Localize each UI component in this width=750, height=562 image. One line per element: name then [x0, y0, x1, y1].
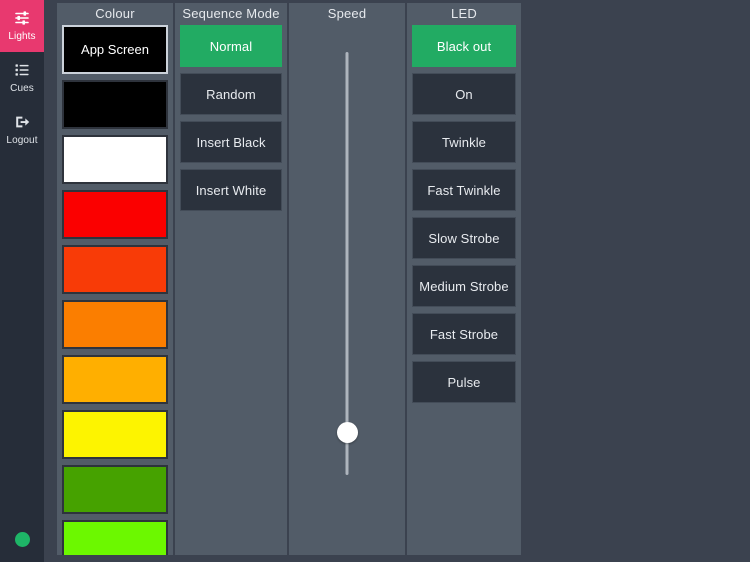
colour-swatch-list: App Screen	[62, 25, 168, 555]
colour-swatch-dark-green[interactable]	[62, 465, 168, 514]
led-option-black-out[interactable]: Black out	[412, 25, 516, 67]
app-root: Lights Cues Logout Colour App Screen Seq…	[0, 0, 750, 562]
led-option-pulse[interactable]: Pulse	[412, 361, 516, 403]
colour-swatch-orange-red[interactable]	[62, 245, 168, 294]
speed-slider[interactable]	[294, 27, 400, 555]
sidebar-item-cues[interactable]: Cues	[0, 52, 44, 104]
colour-swatch-white[interactable]	[62, 135, 168, 184]
colour-swatch-app-screen[interactable]: App Screen	[62, 25, 168, 74]
led-panel-title: LED	[451, 6, 477, 21]
speed-panel-title: Speed	[327, 6, 367, 21]
speed-slider-track[interactable]	[345, 52, 349, 475]
colour-swatch-red[interactable]	[62, 190, 168, 239]
colour-panel: Colour App Screen	[57, 3, 173, 555]
sidebar-item-cues-label: Cues	[10, 82, 34, 94]
sidebar-item-lights-label: Lights	[8, 30, 36, 42]
sequence-mode-option-insert-black[interactable]: Insert Black	[180, 121, 282, 163]
sliders-icon	[13, 9, 31, 27]
speed-panel: Speed	[289, 3, 405, 555]
colour-swatch-black[interactable]	[62, 80, 168, 129]
speed-slider-knob[interactable]	[336, 422, 358, 444]
led-option-on[interactable]: On	[412, 73, 516, 115]
sequence-mode-option-insert-white[interactable]: Insert White	[180, 169, 282, 211]
sequence-mode-panel: Sequence Mode Normal Random Insert Black…	[175, 3, 287, 555]
led-option-fast-twinkle[interactable]: Fast Twinkle	[412, 169, 516, 211]
sequence-mode-option-random[interactable]: Random	[180, 73, 282, 115]
led-option-medium-strobe[interactable]: Medium Strobe	[412, 265, 516, 307]
sequence-mode-option-normal[interactable]: Normal	[180, 25, 282, 67]
sequence-mode-list: Normal Random Insert Black Insert White	[180, 25, 282, 555]
sidebar: Lights Cues Logout	[0, 0, 44, 562]
led-panel: LED Black out On Twinkle Fast Twinkle Sl…	[407, 3, 521, 555]
colour-swatch-yellow[interactable]	[62, 410, 168, 459]
sidebar-item-logout[interactable]: Logout	[0, 104, 44, 156]
led-option-list: Black out On Twinkle Fast Twinkle Slow S…	[412, 25, 516, 555]
led-option-slow-strobe[interactable]: Slow Strobe	[412, 217, 516, 259]
colour-swatch-bright-green[interactable]	[62, 520, 168, 555]
logout-icon	[13, 113, 31, 131]
list-icon	[13, 61, 31, 79]
sequence-mode-panel-title: Sequence Mode	[182, 6, 280, 21]
colour-swatch-orange[interactable]	[62, 300, 168, 349]
speed-slider-wrap	[294, 25, 400, 555]
sidebar-item-lights[interactable]: Lights	[0, 0, 44, 52]
status-dot	[14, 531, 30, 547]
connection-status	[0, 516, 44, 562]
colour-panel-title: Colour	[95, 6, 135, 21]
colour-swatch-label: App Screen	[81, 42, 149, 57]
led-option-twinkle[interactable]: Twinkle	[412, 121, 516, 163]
sidebar-item-logout-label: Logout	[6, 134, 38, 146]
colour-swatch-amber[interactable]	[62, 355, 168, 404]
columns-region: Colour App Screen Sequence Mode Normal R…	[44, 0, 750, 562]
led-option-fast-strobe[interactable]: Fast Strobe	[412, 313, 516, 355]
